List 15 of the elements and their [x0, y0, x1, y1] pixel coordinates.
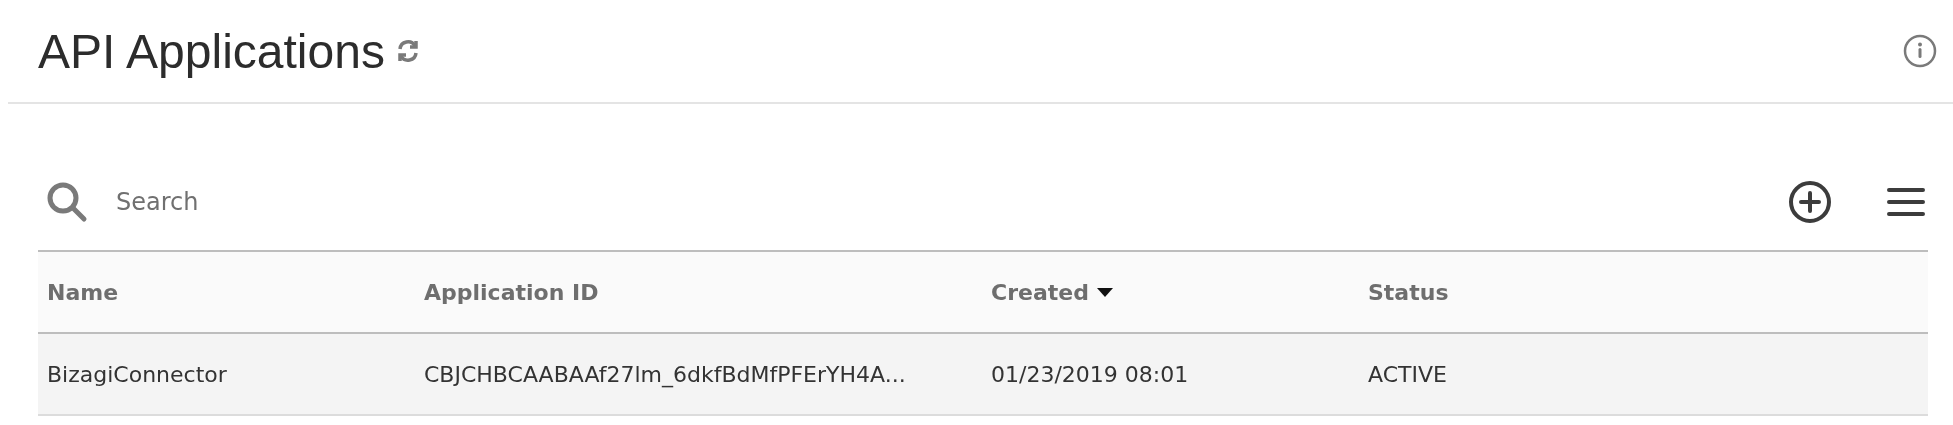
column-header[interactable]: Created: [991, 279, 1089, 305]
table-cell-text: BizagiConnector: [47, 361, 228, 387]
add-icon[interactable]: [1788, 180, 1832, 224]
table-cell-text: 01/23/2019 08:01: [991, 361, 1190, 387]
column-header[interactable]: Name: [47, 279, 119, 305]
page-title: API Applications: [38, 23, 385, 79]
table-row[interactable]: BizagiConnector CBJCHBCAABAAf27lm_6dkfBdMfPFErYH4A... 01/23/2019 08:01 ACTIVE: [38, 334, 1928, 416]
column-header[interactable]: Application ID: [424, 279, 599, 305]
sort-caret-icon: [1096, 287, 1113, 297]
column-header[interactable]: Status: [1368, 279, 1449, 305]
info-icon[interactable]: [1903, 34, 1937, 68]
table-cell-text: CBJCHBCAABAAf27lm_6dkfBdMfPFErYH4A...: [424, 361, 907, 387]
menu-icon[interactable]: [1886, 187, 1926, 217]
table-cell-text: ACTIVE: [1368, 361, 1448, 387]
search-icon: [46, 181, 88, 223]
